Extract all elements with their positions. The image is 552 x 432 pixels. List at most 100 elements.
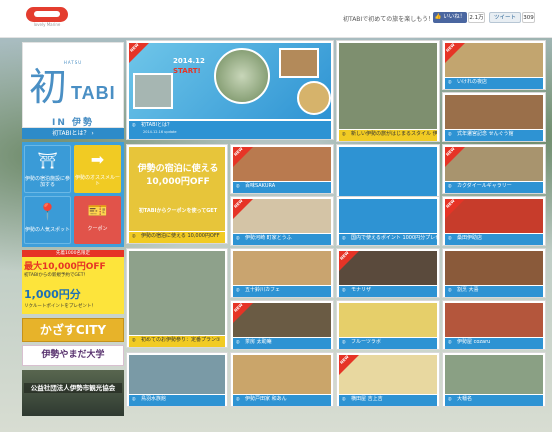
tile-caption-text: モナリザ — [351, 287, 372, 293]
feature-start-text: START! — [173, 67, 201, 75]
facebook-like-button[interactable]: 👍 いいね！ — [433, 12, 467, 23]
tile-caption: 五十鈴川カフェ — [233, 286, 331, 297]
ise-yamada-univ-banner[interactable]: 伊勢やまだ大学 — [22, 345, 124, 366]
about-link[interactable]: 初TABIとは？ › — [22, 128, 124, 139]
tweet-button[interactable]: ツイート — [489, 12, 521, 23]
site-header: lovely Marine 初TABIで初めての旅を楽しもう！ 👍 いいね！ 2… — [0, 0, 552, 38]
tile-photo — [339, 303, 437, 337]
feature-photo — [297, 81, 331, 115]
content-tile[interactable]: 伊勢屋 cozaru — [442, 300, 546, 350]
banner-label: 公益社団法人伊勢市観光協会 — [24, 383, 122, 393]
sidebar-menu: ⛩ 伊勢の宿泊施設に参加する ➡ 伊勢のオススメルート 📍 伊勢の人気スポット … — [22, 142, 124, 247]
ad-subtext: 初TABIからの新規予約でGET！ — [24, 273, 88, 278]
tile-caption: 茶房 太助庵 — [233, 338, 331, 349]
content-tile[interactable]: 鳥羽水族館 — [126, 352, 228, 407]
feature-image: 2014.12 START! — [129, 43, 331, 119]
hero-kanji: 初 — [28, 65, 67, 109]
content-tile[interactable]: カクダイールギャラリーNEW — [442, 144, 546, 194]
feature-date-text: 2014.12 — [173, 57, 205, 65]
kazasu-city-banner[interactable]: かざすCITY — [22, 318, 124, 342]
ad-points: 1,000円分 — [24, 288, 81, 301]
feature-photo — [133, 73, 173, 109]
tile-photo — [129, 355, 225, 394]
content-tile[interactable]: 桑田伊助店NEW — [442, 196, 546, 246]
tweet-count: 309 — [522, 12, 535, 23]
tile-caption: 伊勢の宿泊に使える 10,000円OFF — [129, 232, 225, 243]
tile-caption-text: 新しい伊勢の旅がはじまるスタイル 伊勢参拝プラン — [351, 131, 437, 137]
coupon-campaign-banner[interactable]: 先着1000名限定 最大10,000円OFF 初TABIからの新規予約でGET！… — [22, 250, 124, 314]
content-tile[interactable]: モナリザNEW — [336, 248, 440, 298]
tile-caption: カクダイールギャラリー — [445, 182, 543, 193]
tile-caption: 式年遷宮記念 せんぐう館 — [445, 130, 543, 141]
menu-route-button[interactable]: ➡ 伊勢のオススメルート — [74, 145, 121, 193]
banner-photo — [22, 370, 124, 416]
hero-subtitle: IN 伊勢 — [51, 118, 94, 128]
tile-caption-text: 茶房 太助庵 — [245, 339, 272, 345]
tile-caption-text: カクダイールギャラリー — [457, 183, 512, 189]
menu-label: 伊勢の宿泊施設に参加する — [25, 176, 71, 188]
content-tile[interactable]: 伊勢戸田家 和あん — [230, 352, 334, 407]
menu-label: クーポン — [87, 226, 108, 232]
pin-icon: 📍 — [37, 202, 58, 221]
ad-headline: 最大10,000円OFF — [24, 262, 106, 272]
tile-caption: フルーツラボ — [339, 338, 437, 349]
tile-caption-text: 横田屋 吉上吉 — [351, 396, 383, 402]
tile-photo — [233, 251, 331, 285]
logo-mark — [26, 7, 68, 22]
menu-spots-button[interactable]: 📍 伊勢の人気スポット — [24, 196, 71, 244]
tile-caption: 横田屋 吉上吉 — [339, 395, 437, 406]
content-tile[interactable]: 茶房 太助庵NEW — [230, 300, 334, 350]
site-logo[interactable]: lovely Marine — [26, 7, 68, 29]
content-tile[interactable]: 伊勢の宿泊に使える 10,000円OFF初TABIからクーポンを使ってGET伊勢… — [126, 144, 228, 244]
hatsutabi-logo-panel[interactable]: HATSU 初 TABI IN 伊勢 — [22, 42, 124, 128]
tile-caption: 大幡名 — [445, 395, 543, 406]
menu-label: 伊勢のオススメルート — [74, 175, 120, 187]
content-tile[interactable]: 大幡名 — [442, 352, 546, 407]
tile-photo: 伊勢の宿泊に使える 10,000円OFF 初TABIからクーポンを使ってGET — [129, 147, 225, 231]
tile-caption-text: 割烹 大喜 — [457, 287, 479, 293]
like-count: 2.1万 — [468, 12, 485, 23]
content-tile[interactable]: 横田屋 吉上吉NEW — [336, 352, 440, 407]
tile-caption-text: 国内で使えるポイント 1000円分プレゼント — [351, 235, 437, 241]
content-tile[interactable]: いけれの夜店NEW — [442, 40, 546, 90]
header-notice: 初TABIで初めての旅を楽しもう！ — [343, 16, 435, 23]
tile-caption-text: 初めてのお伊勢参り：定番プラン① — [141, 337, 221, 343]
tile-caption-text: 伊勢戸田家 和あん — [245, 396, 287, 402]
ticket-icon: 🎫 — [87, 201, 108, 220]
content-tile[interactable]: 五十鈴川カフェ — [230, 248, 334, 298]
tile-caption: 百味SAKURA — [233, 182, 331, 193]
tile-caption: いけれの夜店 — [445, 78, 543, 89]
tile-caption: モナリザ — [339, 286, 437, 297]
tile-caption: 初めてのお伊勢参り：定番プラン① — [129, 336, 225, 347]
tile-overlay-text: 伊勢の宿泊に使える 10,000円OFF — [137, 164, 219, 187]
tile-caption-text: 伊勢屋 cozaru — [457, 339, 491, 345]
tile-photo — [445, 303, 543, 337]
tile-caption: 新しい伊勢の旅がはじまるスタイル 伊勢参拝プラン — [339, 130, 437, 141]
tile-photo — [445, 251, 543, 285]
menu-lodging-button[interactable]: ⛩ 伊勢の宿泊施設に参加する — [24, 145, 71, 193]
content-tile[interactable]: 伊勢河崎 町家とうふNEW — [230, 196, 334, 246]
tile-caption: 桑田伊助店 — [445, 234, 543, 245]
tile-caption: 国内で使えるポイント 1000円分プレゼント — [339, 234, 437, 245]
tile-overlay-sub: 初TABIからクーポンを使ってGET — [138, 208, 218, 214]
menu-coupon-button[interactable]: 🎫 クーポン — [74, 196, 121, 244]
tourism-association-banner[interactable]: 公益社団法人伊勢市観光協会 — [22, 370, 124, 416]
tile-caption-text: 式年遷宮記念 せんぐう館 — [457, 131, 514, 137]
content-tile[interactable]: 式年遷宮記念 せんぐう館 — [442, 92, 546, 142]
content-tile[interactable]: フルーツラボ — [336, 300, 440, 350]
feature-caption: 初TABIとは？2014.12.16 update — [129, 121, 331, 139]
content-tile[interactable]: 新しい伊勢の旅がはじまるスタイル 伊勢参拝プラン — [336, 40, 440, 142]
torii-icon: ⛩ — [37, 151, 58, 170]
content-tile[interactable]: 初めてのお伊勢参り：定番プラン① — [126, 248, 228, 348]
hero-tabi: TABI — [71, 83, 116, 103]
content-tile[interactable]: 国内で使えるポイント 1000円分プレゼント — [336, 196, 440, 246]
feature-tile[interactable]: 2014.12START!初TABIとは？2014.12.16 updateNE… — [126, 40, 334, 140]
content-tile[interactable]: 割烹 大喜 — [442, 248, 546, 298]
ad-band: 先着1000名限定 — [22, 250, 124, 257]
tile-photo — [339, 199, 437, 233]
arrow-icon: ➡ — [90, 150, 105, 169]
tile-caption: 伊勢戸田家 和あん — [233, 395, 331, 406]
menu-label: 伊勢の人気スポット — [25, 227, 71, 233]
content-tile[interactable]: 百味SAKURANEW — [230, 144, 334, 194]
tile-caption-text: 桑田伊助店 — [457, 235, 483, 241]
